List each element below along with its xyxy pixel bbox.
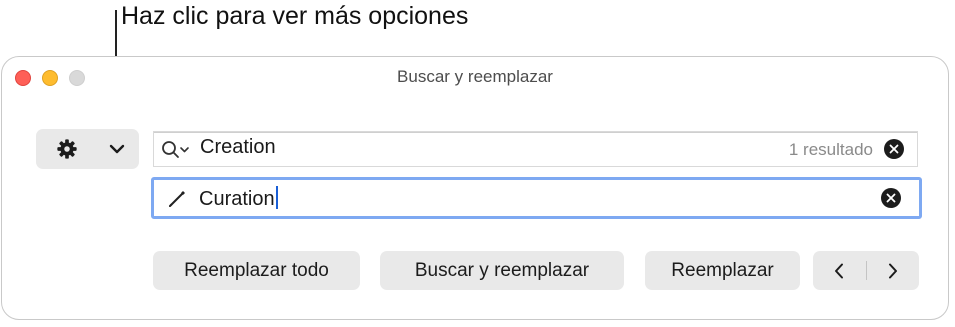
replace-field-value: Curation xyxy=(199,186,278,211)
close-icon xyxy=(886,193,896,203)
text-cursor xyxy=(275,186,278,209)
find-field[interactable]: Creation 1 resultado xyxy=(153,131,918,167)
pencil-icon xyxy=(169,191,185,207)
replace-field[interactable]: Curation xyxy=(151,177,922,219)
result-count: 1 resultado xyxy=(788,140,873,159)
previous-result-button[interactable] xyxy=(813,251,866,290)
callout-label: Haz clic para ver más opciones xyxy=(121,2,469,30)
next-result-button[interactable] xyxy=(867,251,920,290)
chevron-down-icon xyxy=(109,144,125,154)
find-replace-window: Buscar y reemplazar Creation 1 resultado… xyxy=(1,56,949,320)
find-field-value: Creation xyxy=(200,136,276,158)
options-popup-button[interactable] xyxy=(36,129,139,169)
result-navigation xyxy=(813,251,919,290)
gear-icon xyxy=(57,139,77,159)
clear-find-button[interactable] xyxy=(884,139,904,159)
screenshot-stage: Haz clic para ver más opciones Buscar y … xyxy=(0,0,955,327)
replace-all-button[interactable]: Reemplazar todo xyxy=(153,251,360,290)
window-title: Buscar y reemplazar xyxy=(397,67,553,86)
chevron-right-icon xyxy=(889,263,897,279)
clear-replace-button[interactable] xyxy=(881,188,901,208)
title-bar: Buscar y reemplazar xyxy=(2,57,948,99)
search-icon[interactable] xyxy=(161,140,193,160)
chevron-left-icon xyxy=(835,263,843,279)
replace-button[interactable]: Reemplazar xyxy=(645,251,800,290)
close-icon xyxy=(889,144,899,154)
find-and-replace-button[interactable]: Buscar y reemplazar xyxy=(380,251,624,290)
